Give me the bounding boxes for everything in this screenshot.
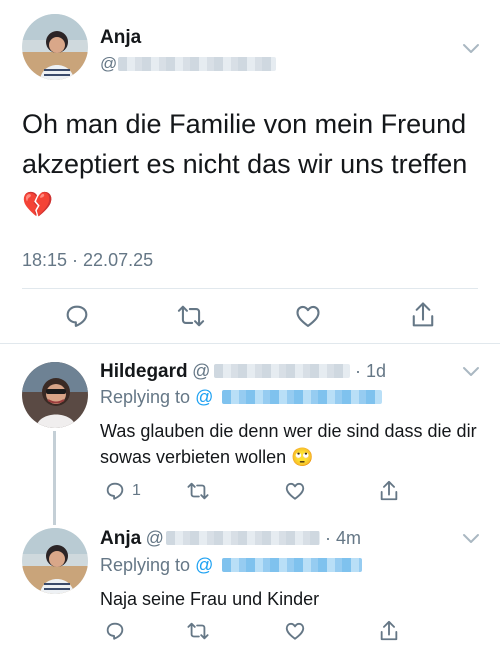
redacted-handle (118, 57, 276, 71)
replying-to-handle[interactable]: @ (195, 555, 213, 575)
like-button[interactable] (284, 620, 306, 642)
avatar[interactable] (22, 14, 88, 80)
reply-button[interactable]: 1 (104, 480, 141, 502)
heart-icon (285, 622, 305, 640)
tweet-text: Oh man die Familie von mein Freund akzep… (22, 104, 492, 225)
reply-icon (106, 622, 124, 640)
reply-button[interactable] (104, 620, 126, 642)
heart-icon (285, 482, 305, 500)
avatar[interactable] (22, 528, 88, 594)
redacted-handle (214, 364, 350, 378)
retweet-button[interactable] (186, 620, 210, 642)
reply-header: Anja @ (100, 528, 164, 550)
eye-roll-emoji: 🙄 (291, 447, 314, 467)
tweet-text: Was glauben die denn wer die sind dass d… (100, 418, 480, 470)
broken-heart-emoji: 💔 (22, 191, 54, 219)
reply-button[interactable] (63, 302, 91, 330)
share-button[interactable] (409, 300, 437, 330)
timestamp[interactable]: 18:15 · 22.07.25 (22, 250, 153, 271)
retweet-button[interactable] (176, 302, 206, 330)
redacted-handle (222, 558, 362, 572)
tweet-text: Naja seine Frau und Kinder (100, 586, 319, 612)
share-icon (412, 302, 434, 327)
like-button[interactable] (284, 480, 306, 502)
tweet-age: · 4m (325, 528, 361, 548)
replying-to-label: Replying to (100, 387, 191, 407)
share-icon (380, 620, 398, 641)
divider (0, 343, 500, 344)
heart-icon (296, 305, 320, 327)
reply-header: Hildegard @ (100, 361, 210, 383)
author-handle[interactable]: @ (192, 361, 210, 381)
divider (22, 288, 478, 289)
avatar[interactable] (22, 362, 88, 428)
author-name[interactable]: Anja (100, 27, 141, 49)
reply-count: 1 (132, 482, 141, 499)
redacted-handle (222, 390, 382, 404)
tweet-age: · 1d (355, 361, 387, 381)
redacted-handle (166, 531, 320, 545)
share-button[interactable] (378, 619, 400, 643)
replying-to: Replying to @ (100, 387, 213, 408)
author-handle[interactable]: @ (100, 54, 117, 74)
author-name[interactable]: Hildegard (100, 361, 188, 382)
share-button[interactable] (378, 479, 400, 503)
retweet-icon (187, 622, 209, 640)
tweet-text-body: Oh man die Familie von mein Freund akzep… (22, 109, 468, 179)
retweet-icon (187, 482, 209, 500)
author-name[interactable]: Anja (100, 528, 141, 549)
retweet-icon (177, 305, 205, 327)
thread-line (53, 431, 56, 525)
author-handle[interactable]: @ (146, 528, 164, 548)
replying-to: Replying to @ (100, 555, 213, 576)
replying-to-label: Replying to (100, 555, 191, 575)
chevron-down-icon[interactable] (461, 42, 481, 56)
retweet-button[interactable] (186, 480, 210, 502)
share-icon (380, 480, 398, 501)
like-button[interactable] (294, 302, 322, 330)
tweet-text-body: Naja seine Frau und Kinder (100, 589, 320, 609)
replying-to-handle[interactable]: @ (195, 387, 213, 407)
chevron-down-icon[interactable] (461, 365, 481, 379)
tweet-text-body: Was glauben die denn wer die sind dass d… (100, 421, 477, 467)
reply-icon (66, 305, 88, 327)
reply-icon (106, 482, 124, 500)
chevron-down-icon[interactable] (461, 532, 481, 546)
